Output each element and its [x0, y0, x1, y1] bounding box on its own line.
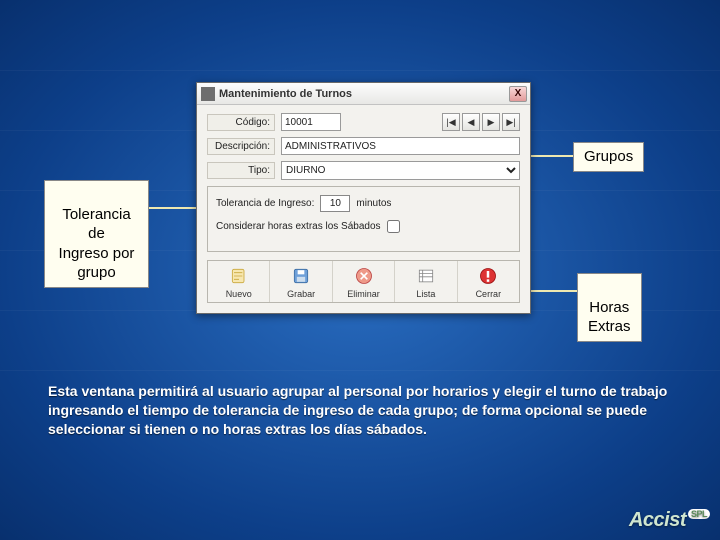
lista-label: Lista	[416, 289, 435, 299]
app-icon	[201, 87, 215, 101]
grabar-label: Grabar	[287, 289, 315, 299]
callout-line-grupos	[528, 155, 573, 157]
nav-next-button[interactable]: ▶	[482, 113, 500, 131]
nuevo-icon	[228, 265, 250, 287]
row-tolerancia: Tolerancia de Ingreso: minutos	[216, 195, 511, 212]
nuevo-label: Nuevo	[226, 289, 252, 299]
group-tolerancia: Tolerancia de Ingreso: minutos Considera…	[207, 186, 520, 252]
eliminar-icon	[353, 265, 375, 287]
label-tolerancia: Tolerancia de Ingreso:	[216, 198, 314, 209]
nav-next-icon: ▶	[488, 117, 495, 128]
checkbox-sabados[interactable]	[387, 220, 400, 233]
cerrar-icon	[477, 265, 499, 287]
close-icon: X	[515, 88, 522, 99]
select-tipo[interactable]: DIURNO	[281, 161, 520, 180]
window-title: Mantenimiento de Turnos	[219, 88, 509, 100]
label-codigo: Código:	[207, 114, 275, 131]
nav-last-button[interactable]: ▶|	[502, 113, 520, 131]
eliminar-label: Eliminar	[347, 289, 380, 299]
brand-logo: AccistSPL	[629, 509, 710, 532]
label-tipo: Tipo:	[207, 162, 275, 179]
callout-tolerancia: Tolerancia de Ingreso por grupo	[44, 180, 149, 288]
lista-button[interactable]: Lista	[395, 261, 457, 302]
input-codigo[interactable]	[281, 113, 341, 131]
close-button[interactable]: X	[509, 86, 527, 102]
eliminar-button[interactable]: Eliminar	[333, 261, 395, 302]
record-nav: |◀ ◀ ▶ ▶|	[442, 113, 520, 131]
row-tipo: Tipo: DIURNO	[207, 161, 520, 180]
window-body: Código: |◀ ◀ ▶ ▶| Descripción: Tipo: DIU…	[197, 105, 530, 313]
nav-prev-icon: ◀	[468, 117, 475, 128]
input-descripcion[interactable]	[281, 137, 520, 155]
row-codigo: Código: |◀ ◀ ▶ ▶|	[207, 113, 520, 131]
grabar-button[interactable]: Grabar	[270, 261, 332, 302]
callout-grupos-text: Grupos	[584, 148, 633, 165]
dialog-mantenimiento-turnos: Mantenimiento de Turnos X Código: |◀ ◀ ▶…	[196, 82, 531, 314]
toolbar: Nuevo Grabar Eliminar Lista	[207, 260, 520, 303]
callout-grupos: Grupos	[573, 142, 644, 172]
cerrar-label: Cerrar	[476, 289, 502, 299]
callout-horas: Horas Extras	[577, 273, 642, 342]
callout-tolerancia-text: Tolerancia de Ingreso por grupo	[59, 206, 135, 282]
row-sabados: Considerar horas extras los Sábados	[216, 220, 511, 233]
nav-prev-button[interactable]: ◀	[462, 113, 480, 131]
nav-first-button[interactable]: |◀	[442, 113, 460, 131]
row-descripcion: Descripción:	[207, 137, 520, 155]
callout-horas-text: Horas Extras	[588, 299, 631, 336]
nuevo-button[interactable]: Nuevo	[208, 261, 270, 302]
cerrar-button[interactable]: Cerrar	[458, 261, 519, 302]
caption-text: Esta ventana permitirá al usuario agrupa…	[48, 383, 667, 437]
logo-suffix: SPL	[688, 509, 710, 519]
logo-text: Accist	[629, 509, 686, 531]
titlebar: Mantenimiento de Turnos X	[197, 83, 530, 105]
input-tolerancia[interactable]	[320, 195, 350, 212]
grabar-icon	[290, 265, 312, 287]
nav-first-icon: |◀	[446, 117, 455, 128]
nav-last-icon: ▶|	[506, 117, 515, 128]
label-sabados: Considerar horas extras los Sábados	[216, 221, 381, 232]
lista-icon	[415, 265, 437, 287]
slide-caption: Esta ventana permitirá al usuario agrupa…	[48, 382, 682, 439]
label-descripcion: Descripción:	[207, 138, 275, 155]
label-tolerancia-unit: minutos	[356, 198, 391, 209]
